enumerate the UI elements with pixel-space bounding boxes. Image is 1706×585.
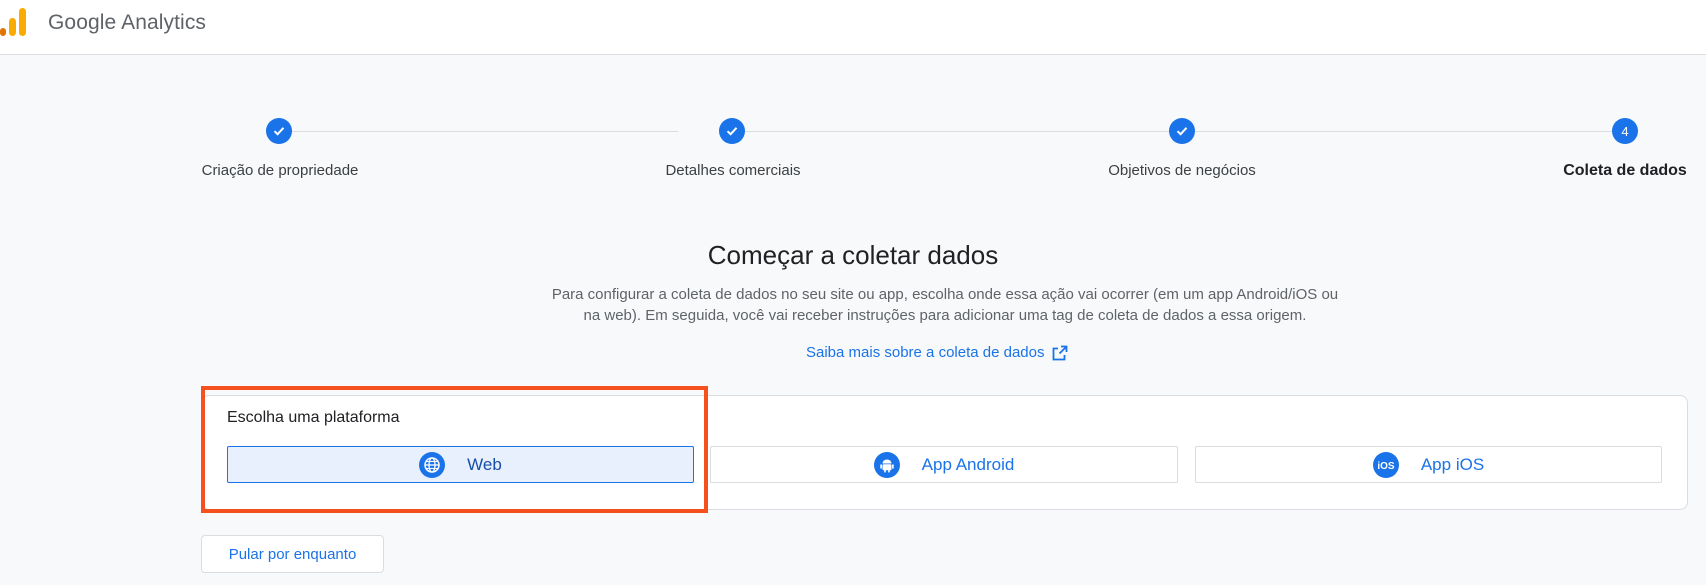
svg-text:iOS: iOS [1377, 461, 1395, 472]
setup-stepper: 4 Criação de propriedade Detalhes comerc… [0, 0, 1706, 190]
step-1-check-icon [266, 118, 292, 144]
step-label-criacao: Criação de propriedade [201, 162, 359, 179]
description-line: na web). Em seguida, você vai receber in… [583, 307, 1307, 324]
step-4-number: 4 [1612, 118, 1638, 144]
page-description: Para configurar a coleta de dados no seu… [520, 284, 1370, 326]
platform-title: Escolha uma plataforma [227, 409, 400, 426]
step-3-check-icon [1169, 118, 1195, 144]
page-title: Começar a coletar dados [707, 240, 999, 270]
platform-android-label: App Android [921, 454, 1015, 474]
skip-button[interactable]: Pular por enquanto [201, 535, 384, 573]
platform-android-button[interactable]: App Android [710, 446, 1178, 483]
step-2-check-icon [719, 118, 745, 144]
step-label-detalhes: Detalhes comerciais [665, 162, 801, 179]
step-connector [1195, 131, 1617, 132]
external-link-icon [1053, 345, 1068, 360]
step-label-objetivos: Objetivos de negócios [1108, 162, 1256, 179]
globe-icon [419, 451, 446, 478]
platform-web-button[interactable]: Web [227, 446, 694, 483]
ios-icon: iOS [1372, 451, 1399, 478]
android-icon [873, 451, 900, 478]
step-connector [289, 131, 678, 132]
step-connector [740, 131, 1176, 132]
platform-ios-button[interactable]: iOS App iOS [1195, 446, 1662, 483]
platform-ios-label: App iOS [1420, 454, 1485, 474]
learn-more-link[interactable]: Saiba mais sobre a coleta de dados [806, 344, 1068, 361]
description-line: Para configurar a coleta de dados no seu… [551, 286, 1339, 303]
platform-web-label: Web [467, 454, 502, 474]
step-label-coleta: Coleta de dados [1563, 162, 1687, 179]
learn-more-label: Saiba mais sobre a coleta de dados [806, 344, 1045, 361]
